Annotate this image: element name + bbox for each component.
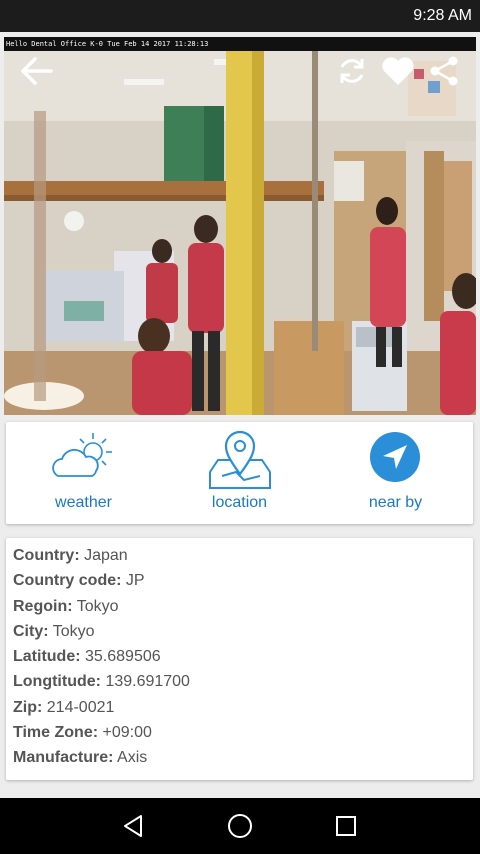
info-key: Latitude: bbox=[13, 648, 81, 666]
info-row-longitude: Longtitude: 139.691700 bbox=[13, 673, 473, 698]
status-bar: 9:28 AM bbox=[0, 0, 480, 32]
actions-card: weather location near by bbox=[6, 422, 473, 524]
info-key: Manufacture: bbox=[13, 749, 114, 767]
info-key: Country: bbox=[13, 547, 80, 564]
nav-back-button[interactable] bbox=[113, 808, 153, 844]
info-key: Time Zone: bbox=[13, 724, 99, 742]
weather-label: weather bbox=[55, 494, 112, 511]
back-button[interactable] bbox=[16, 51, 56, 91]
refresh-icon bbox=[340, 59, 364, 83]
nav-back-icon bbox=[124, 815, 142, 837]
info-key: Zip: bbox=[13, 698, 43, 716]
refresh-button[interactable] bbox=[332, 51, 372, 91]
share-icon bbox=[430, 56, 458, 86]
nearby-button[interactable]: near by bbox=[318, 422, 473, 524]
info-key: Longtitude: bbox=[13, 673, 101, 691]
location-button[interactable]: location bbox=[162, 422, 317, 524]
map-pin-icon bbox=[209, 430, 271, 489]
info-row-manufacture: Manufacture: Axis bbox=[13, 749, 473, 774]
nav-recent-button[interactable] bbox=[326, 808, 366, 844]
camera-overlay-text: Hello Dental Office K-0 Tue Feb 14 2017 … bbox=[4, 37, 476, 51]
info-key: Regoin: bbox=[13, 597, 73, 615]
navigation-arrow-icon bbox=[370, 432, 420, 482]
nav-recent-icon bbox=[336, 816, 356, 836]
location-info-card: Country: Japan Country code: JP Regoin: … bbox=[6, 538, 473, 780]
info-value: Tokyo bbox=[76, 597, 119, 615]
info-value: JP bbox=[125, 572, 145, 590]
nav-home-icon bbox=[228, 814, 252, 838]
heart-icon bbox=[382, 57, 414, 85]
weather-icon bbox=[52, 433, 112, 477]
info-row-country: Country: Japan bbox=[13, 547, 473, 572]
camera-view[interactable]: Hello Dental Office K-0 Tue Feb 14 2017 … bbox=[4, 37, 476, 415]
info-value: Tokyo bbox=[52, 622, 95, 640]
info-value: Japan bbox=[84, 547, 128, 564]
nav-home-button[interactable] bbox=[220, 808, 260, 844]
share-button[interactable] bbox=[424, 51, 464, 91]
info-row-region: Regoin: Tokyo bbox=[13, 598, 473, 623]
info-value: 139.691700 bbox=[105, 673, 190, 691]
info-row-country-code: Country code: JP bbox=[13, 572, 473, 597]
info-key: Country code: bbox=[13, 572, 122, 590]
favorite-button[interactable] bbox=[378, 51, 418, 91]
arrow-left-icon bbox=[21, 57, 53, 85]
camera-image bbox=[4, 51, 476, 415]
weather-button[interactable]: weather bbox=[6, 422, 161, 524]
nearby-label: near by bbox=[368, 494, 423, 511]
info-value: 35.689506 bbox=[85, 648, 161, 666]
info-row-city: City: Tokyo bbox=[13, 623, 473, 648]
info-key: City: bbox=[13, 622, 49, 640]
status-time: 9:28 AM bbox=[413, 7, 472, 24]
info-row-timezone: Time Zone: +09:00 bbox=[13, 724, 473, 749]
info-value: +09:00 bbox=[102, 724, 152, 742]
info-value: 214-0021 bbox=[46, 698, 115, 716]
info-row-zip: Zip: 214-0021 bbox=[13, 699, 473, 724]
navigation-bar bbox=[0, 798, 480, 854]
location-label: location bbox=[211, 494, 268, 511]
info-row-latitude: Latitude: 35.689506 bbox=[13, 648, 473, 673]
info-value: Axis bbox=[117, 749, 148, 767]
